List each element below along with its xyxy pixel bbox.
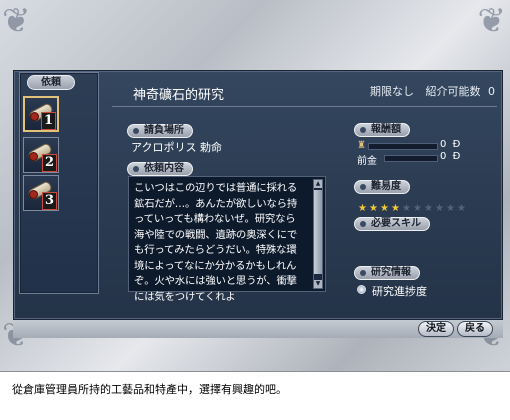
star-icon: ★: [402, 203, 411, 214]
intro-label: 紹介可能数: [425, 85, 481, 98]
star-icon: ★: [457, 203, 466, 214]
quest-title: 神奇礦石的研究: [133, 88, 225, 103]
advance-value: 0: [440, 151, 447, 162]
reward-amount: 0 Ð: [440, 139, 460, 150]
details-box: こいつはこの辺りでは普通に採れる 鉱石だが…。あんたが欲しいなら持 っていっても…: [128, 176, 326, 303]
star-icon: ★: [413, 203, 422, 214]
details-scrollbar[interactable]: ▲ ▼: [313, 179, 323, 289]
research-progress-radio[interactable]: [357, 285, 366, 294]
deadline-text: 期限なし: [370, 85, 414, 98]
difficulty-stars: ★ ★ ★ ★ ★ ★ ★ ★ ★ ★: [357, 196, 467, 215]
coin-bag-icon: ♜: [357, 140, 366, 151]
skills-label: 必要スキル: [354, 217, 430, 231]
scroll-up-icon[interactable]: ▲: [314, 180, 322, 188]
seal-icon: [29, 152, 38, 161]
seal-icon: [30, 112, 39, 121]
request-slot-2[interactable]: 2: [23, 137, 59, 173]
reward-label: 報酬額: [354, 123, 410, 137]
request-slot-3[interactable]: 3: [23, 175, 59, 211]
corner-ornament-icon: ❦: [2, 1, 31, 41]
star-icon: ★: [435, 203, 444, 214]
scroll-down-icon[interactable]: ▼: [314, 280, 322, 288]
advance-track: [384, 155, 438, 162]
header-divider: [112, 106, 497, 107]
back-button[interactable]: 戻る: [457, 321, 493, 337]
intro-count: 0: [488, 85, 495, 98]
currency-symbol: Ð: [452, 151, 461, 162]
scroll-thumb[interactable]: [314, 190, 322, 274]
star-icon: ★: [358, 203, 367, 214]
difficulty-label: 難易度: [354, 180, 410, 194]
star-icon: ★: [424, 203, 433, 214]
star-icon: ★: [380, 203, 389, 214]
details-label: 依頼内容: [127, 162, 193, 176]
advance-amount: 0 Ð: [440, 151, 460, 162]
request-slot-1[interactable]: 1: [23, 96, 59, 132]
request-list-header: 依頼: [27, 75, 75, 90]
request-number: 1: [41, 112, 56, 130]
reward-value: 0: [440, 139, 447, 150]
help-caption: 從倉庫管理員所持的工藝品和特產中，選擇有興趣的吧。: [12, 383, 287, 396]
request-number: 3: [42, 192, 57, 210]
details-text: こいつはこの辺りでは普通に採れる 鉱石だが…。あんたが欲しいなら持 っていっても…: [134, 182, 298, 303]
advance-label: 前金: [357, 156, 377, 167]
corner-ornament-icon: ❦: [477, 1, 507, 41]
star-icon: ★: [391, 203, 400, 214]
client-label: 請負場所: [127, 124, 193, 138]
research-label: 研究情報: [354, 266, 420, 280]
quest-meta: 期限なし 紹介可能数 0: [370, 83, 495, 99]
request-number: 2: [42, 154, 57, 172]
currency-symbol: Ð: [452, 139, 461, 150]
reward-track: [368, 143, 438, 150]
confirm-button[interactable]: 決定: [418, 321, 454, 337]
star-icon: ★: [446, 203, 455, 214]
reward-row: ♜: [357, 140, 366, 151]
seal-icon: [29, 190, 38, 199]
client-value: アクロポリス 勅命: [131, 141, 222, 154]
star-icon: ★: [369, 203, 378, 214]
research-progress-label: 研究進捗度: [372, 285, 427, 298]
